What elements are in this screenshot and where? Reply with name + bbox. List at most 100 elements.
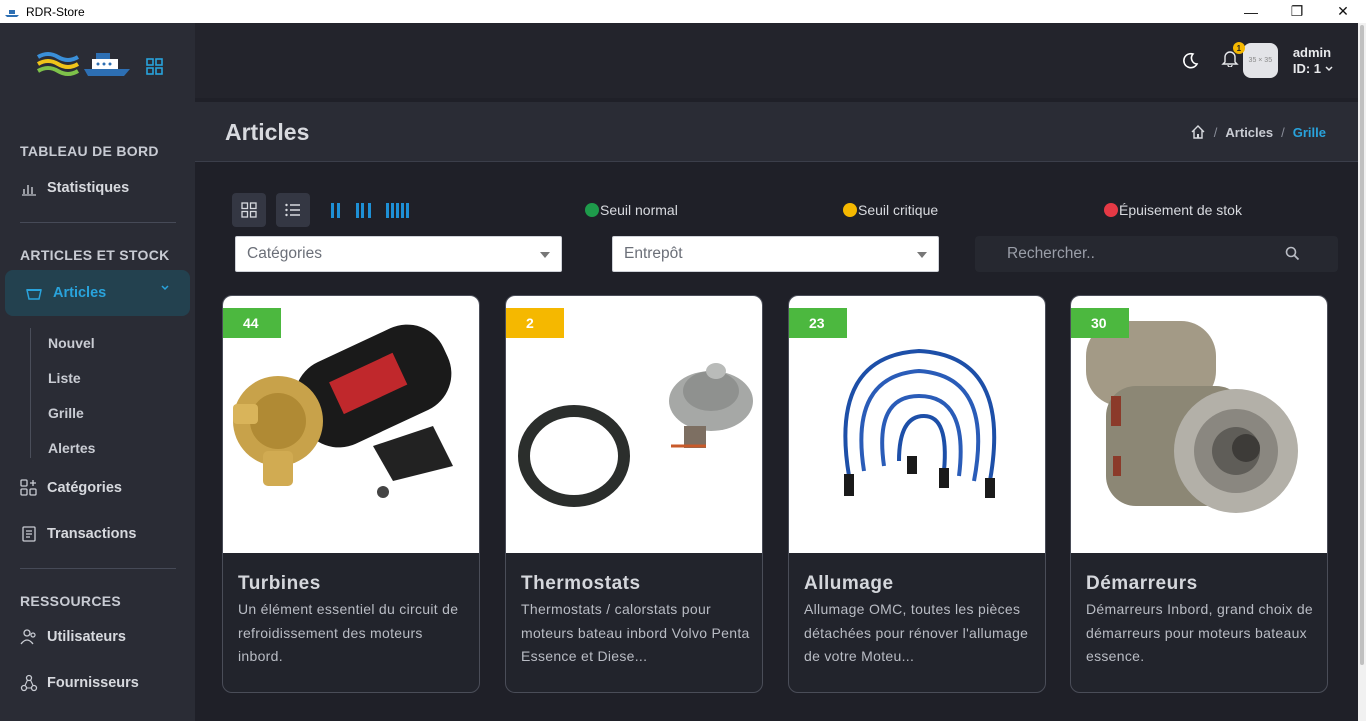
product-image: 23 bbox=[789, 296, 1045, 553]
app-icon bbox=[5, 9, 19, 17]
sidebar-item-categories[interactable]: Catégories bbox=[20, 479, 122, 497]
legend-critical: Seuil critique bbox=[843, 202, 938, 218]
stock-badge: 44 bbox=[223, 308, 281, 338]
sidebar-item-utilisateurs[interactable]: Utilisateurs bbox=[20, 628, 126, 646]
sidebar-item-transactions[interactable]: Transactions bbox=[20, 525, 136, 543]
stock-badge: 30 bbox=[1071, 308, 1129, 338]
article-card[interactable]: 44 Turbines Un élément essentiel du circ… bbox=[222, 295, 480, 693]
submenu-item-grille[interactable]: Grille bbox=[48, 405, 84, 421]
window-title: RDR-Store bbox=[26, 4, 85, 19]
legend-label: Épuisement de stok bbox=[1119, 202, 1242, 218]
sidebar-item-articles[interactable]: Articles bbox=[5, 270, 190, 316]
sidebar-item-label: Catégories bbox=[47, 480, 122, 496]
top-actions: 1 35 × 35 admin ID: 1 bbox=[1181, 23, 1358, 98]
stock-badge: 23 bbox=[789, 308, 847, 338]
home-icon[interactable] bbox=[1190, 124, 1206, 140]
category-select[interactable]: Catégories bbox=[235, 236, 562, 272]
sidebar-item-label: Statistiques bbox=[47, 180, 130, 196]
divider bbox=[20, 568, 176, 569]
warehouse-select[interactable]: Entrepôt bbox=[612, 236, 939, 272]
notifications-button[interactable]: 1 bbox=[1221, 42, 1245, 72]
user-menu[interactable]: admin ID: 1 bbox=[1293, 45, 1334, 77]
chevron-down-icon bbox=[1325, 65, 1333, 71]
logo-area bbox=[0, 23, 195, 103]
sidebar-item-label: Transactions bbox=[47, 526, 137, 542]
brand-logo bbox=[36, 52, 130, 76]
card-title[interactable]: Démarreurs bbox=[1086, 573, 1198, 595]
legend-out-of-stock: Épuisement de stok bbox=[1104, 202, 1242, 218]
list-view-button[interactable] bbox=[276, 193, 310, 227]
status-dot-green bbox=[585, 203, 599, 217]
sidebar-item-label: Articles bbox=[53, 285, 107, 301]
users-icon bbox=[20, 628, 38, 646]
legend-label: Seuil critique bbox=[858, 202, 939, 218]
submenu-item-liste[interactable]: Liste bbox=[48, 370, 81, 386]
moon-icon[interactable] bbox=[1181, 52, 1199, 70]
sidebar-item-statistiques[interactable]: Statistiques bbox=[20, 179, 129, 197]
status-dot-red bbox=[1104, 203, 1118, 217]
breadcrumb-articles[interactable]: Articles bbox=[1225, 125, 1273, 140]
suppliers-icon bbox=[20, 674, 38, 692]
search-input[interactable]: Rechercher.. bbox=[975, 236, 1338, 272]
card-title[interactable]: Turbines bbox=[238, 573, 321, 595]
receipt-icon bbox=[20, 525, 38, 543]
warehouse-select-value: Entrepôt bbox=[624, 245, 683, 262]
breadcrumb-grille: Grille bbox=[1292, 124, 1326, 140]
chevron-down-icon bbox=[161, 285, 169, 291]
product-image: 44 bbox=[223, 296, 479, 553]
caret-down-icon bbox=[917, 252, 927, 258]
search-icon[interactable] bbox=[1285, 246, 1300, 261]
restore-button[interactable]: ❐ bbox=[1274, 0, 1320, 23]
avatar[interactable]: 35 × 35 bbox=[1242, 43, 1278, 78]
category-select-value: Catégories bbox=[247, 245, 322, 262]
submenu-item-nouvel[interactable]: Nouvel bbox=[48, 335, 95, 351]
caret-down-icon bbox=[540, 252, 550, 258]
section-ressources: RESSOURCES bbox=[20, 593, 122, 609]
grid-view-button[interactable] bbox=[232, 193, 266, 227]
sidebar-item-fournisseurs[interactable]: Fournisseurs bbox=[20, 674, 139, 692]
product-image: 2 bbox=[506, 296, 762, 553]
product-image: 30 bbox=[1071, 296, 1327, 553]
card-title[interactable]: Allumage bbox=[804, 573, 894, 595]
page-header: Articles / Articles / Grille bbox=[195, 102, 1358, 162]
two-columns-icon[interactable] bbox=[331, 203, 340, 218]
article-card[interactable]: 2 Thermostats Thermostats / calorstats p… bbox=[505, 295, 763, 693]
four-columns-icon[interactable] bbox=[386, 203, 409, 218]
card-description: Un élément essentiel du circuit de refro… bbox=[238, 601, 459, 664]
topbar: 1 35 × 35 admin ID: 1 bbox=[195, 23, 1358, 98]
search-placeholder: Rechercher.. bbox=[1007, 245, 1095, 262]
card-description: Démarreurs Inbord, grand choix de démarr… bbox=[1086, 601, 1314, 664]
divider bbox=[20, 222, 176, 223]
minimize-button[interactable]: — bbox=[1228, 0, 1274, 23]
user-name: admin bbox=[1292, 44, 1332, 60]
user-id: ID: 1 bbox=[1292, 60, 1321, 76]
status-dot-yellow bbox=[843, 203, 857, 217]
breadcrumb: / Articles / Grille bbox=[1190, 124, 1326, 140]
submenu-item-alertes[interactable]: Alertes bbox=[48, 440, 95, 456]
apps-grid-icon[interactable] bbox=[146, 57, 163, 75]
categories-icon bbox=[20, 479, 38, 497]
submenu-line bbox=[30, 328, 31, 458]
section-articles-stock: ARTICLES ET STOCK bbox=[20, 247, 170, 263]
notification-badge: 1 bbox=[1232, 42, 1245, 54]
list-view-icon bbox=[285, 203, 300, 217]
article-card[interactable]: 30 Démarreurs Démarreurs Inbord, grand c… bbox=[1070, 295, 1328, 693]
card-title[interactable]: Thermostats bbox=[521, 573, 641, 595]
article-card[interactable]: 23 Allumage Allumage OMC, toutes les piè… bbox=[788, 295, 1046, 693]
legend-normal: Seuil normal bbox=[585, 202, 678, 218]
stock-badge: 2 bbox=[506, 308, 564, 338]
scrollbar-thumb[interactable] bbox=[1360, 25, 1364, 665]
legend-label: Seuil normal bbox=[600, 202, 678, 218]
window-controls: — ❐ ✕ bbox=[1228, 0, 1366, 23]
three-columns-icon[interactable] bbox=[356, 203, 371, 218]
chart-icon bbox=[20, 179, 38, 197]
card-description: Thermostats / calorstats pour moteurs ba… bbox=[521, 601, 750, 664]
grid-view-icon bbox=[241, 202, 257, 218]
sidebar: TABLEAU DE BORD Statistiques ARTICLES ET… bbox=[0, 23, 195, 721]
scrollbar[interactable] bbox=[1358, 23, 1366, 721]
basket-icon bbox=[25, 284, 43, 302]
sidebar-item-label: Utilisateurs bbox=[47, 629, 126, 645]
close-button[interactable]: ✕ bbox=[1320, 0, 1366, 23]
window-titlebar: RDR-Store — ❐ ✕ bbox=[0, 0, 1366, 23]
sidebar-item-label: Fournisseurs bbox=[47, 675, 139, 691]
